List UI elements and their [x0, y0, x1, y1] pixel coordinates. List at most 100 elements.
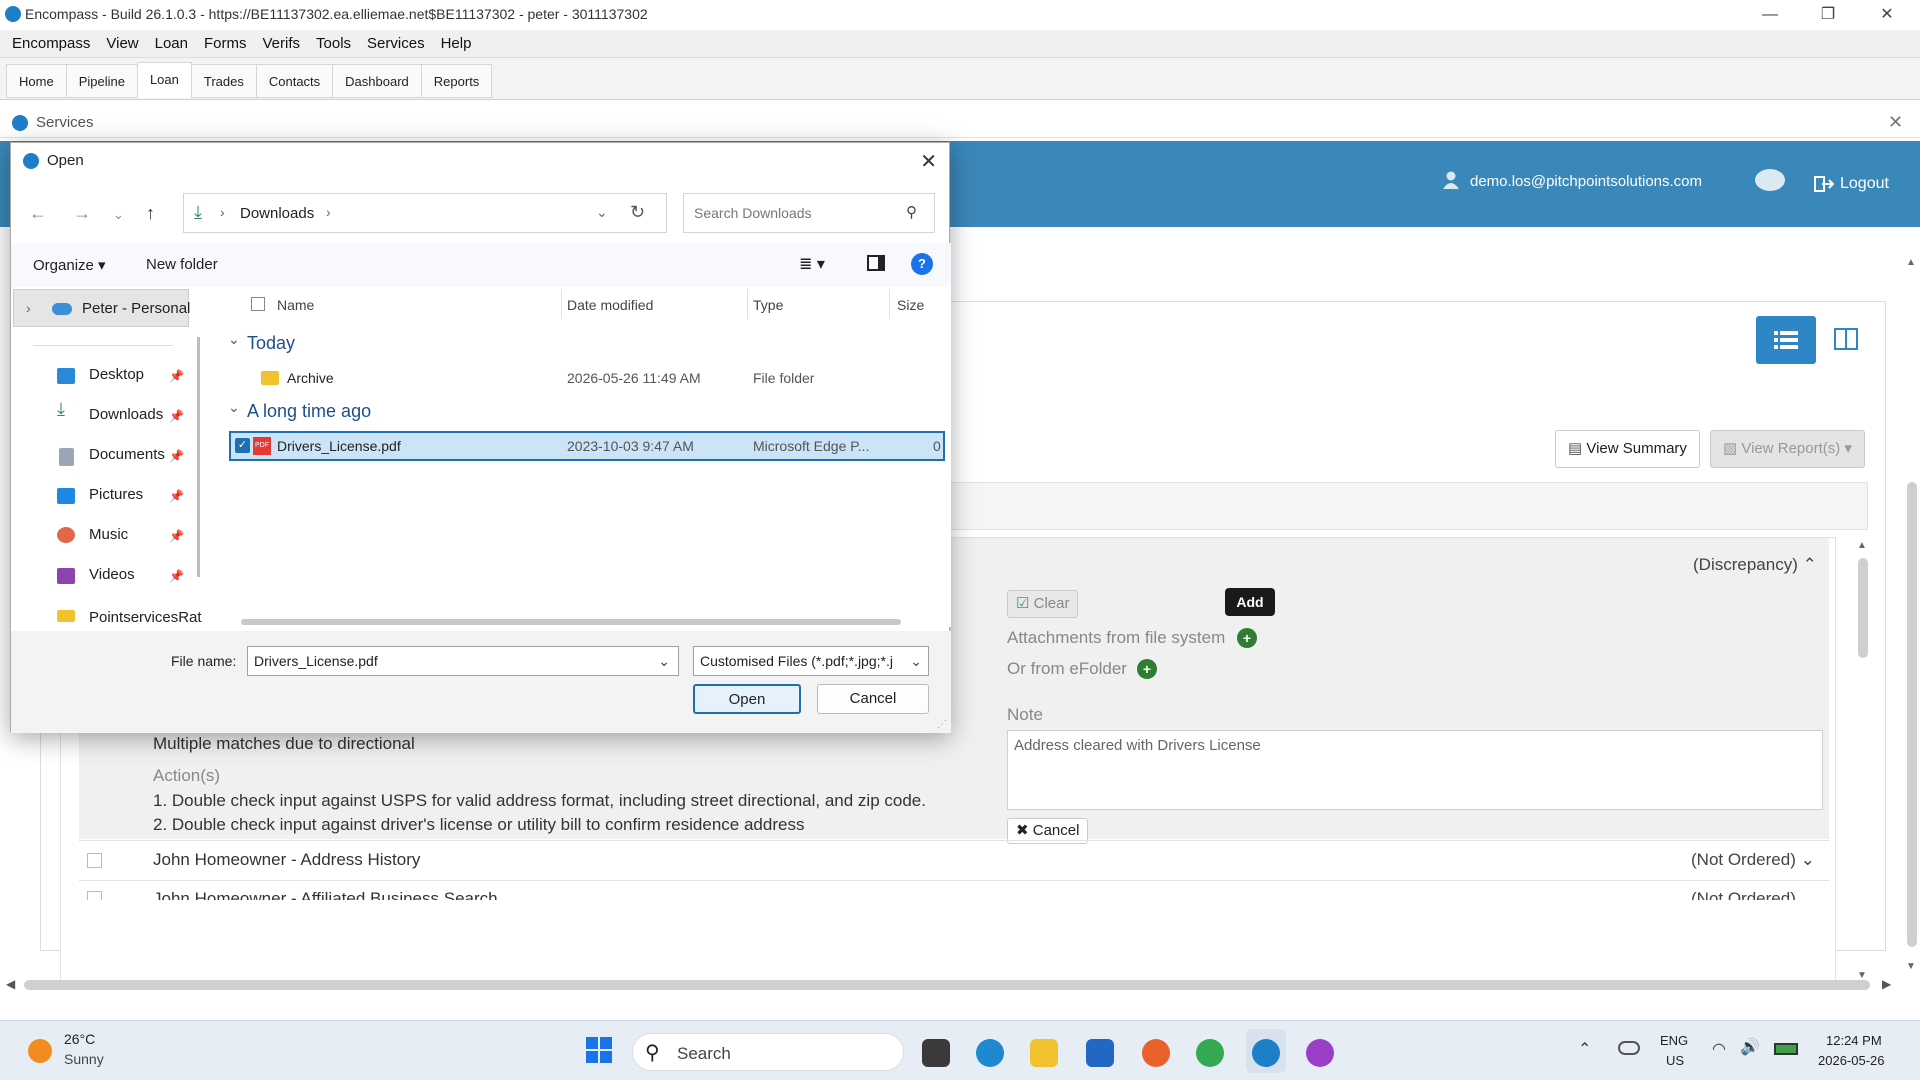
file-explorer-icon[interactable] — [1030, 1039, 1058, 1067]
menu-loan[interactable]: Loan — [155, 35, 188, 52]
file-type-select[interactable]: Customised Files (*.pdf;*.jpg;*.j ⌄ — [693, 646, 929, 676]
encompass-taskbar-icon[interactable] — [1252, 1039, 1280, 1067]
organize-button[interactable]: Organize ▾ — [33, 256, 106, 274]
pin-icon[interactable]: 📌 — [169, 529, 184, 543]
weather-desc[interactable]: Sunny — [64, 1051, 104, 1067]
store-icon[interactable] — [1086, 1039, 1114, 1067]
order-row[interactable]: John Homeowner - Address History (Not Or… — [79, 840, 1829, 880]
view-options-icon[interactable]: ≣ ▾ — [799, 254, 825, 274]
up-arrow-icon[interactable]: ↑ — [146, 203, 155, 224]
open-button[interactable]: Open — [693, 684, 801, 714]
file-name-input[interactable]: Drivers_License.pdf ⌄ — [247, 646, 679, 676]
column-separator[interactable] — [561, 289, 562, 319]
pin-icon[interactable]: 📌 — [169, 449, 184, 463]
chrome-icon[interactable] — [1196, 1039, 1224, 1067]
resize-grip[interactable]: ⋰ — [937, 719, 947, 730]
column-name[interactable]: Name — [277, 297, 314, 313]
group-long-ago[interactable]: A long time ago — [247, 401, 371, 422]
nav-item-documents[interactable]: Documents — [89, 446, 165, 463]
breadcrumb-chevron[interactable]: › — [326, 204, 331, 220]
back-arrow-icon[interactable]: ← — [29, 203, 47, 224]
help-icon[interactable]: ? — [911, 253, 933, 275]
tab-pipeline[interactable]: Pipeline — [65, 64, 138, 98]
firefox-icon[interactable] — [1142, 1039, 1170, 1067]
tab-contacts[interactable]: Contacts — [255, 64, 334, 98]
taskbar-search[interactable]: ⚲ Search — [632, 1033, 904, 1071]
column-type[interactable]: Type — [753, 297, 783, 313]
list-scrollbar[interactable] — [1858, 558, 1868, 658]
lang-bottom[interactable]: US — [1666, 1053, 1684, 1068]
view-summary-button[interactable]: ▤ View Summary — [1555, 430, 1700, 468]
column-size[interactable]: Size — [897, 297, 924, 313]
add-efolder-icon[interactable]: + — [1137, 659, 1157, 679]
tab-home[interactable]: Home — [6, 64, 67, 98]
menu-forms[interactable]: Forms — [204, 35, 247, 52]
group-today[interactable]: Today — [247, 333, 295, 354]
close-window-button[interactable]: ✕ — [1862, 2, 1912, 28]
order-checkbox[interactable] — [87, 853, 102, 868]
menu-tools[interactable]: Tools — [316, 35, 351, 52]
scroll-up-arrow[interactable]: ▲ — [1906, 257, 1916, 268]
recent-locations-icon[interactable]: ⌄ — [113, 207, 124, 223]
menu-view[interactable]: View — [106, 35, 138, 52]
chat-icon[interactable] — [1755, 169, 1785, 191]
task-view-icon[interactable] — [922, 1039, 950, 1067]
order-checkbox[interactable] — [87, 891, 102, 900]
start-windows-icon[interactable] — [586, 1037, 612, 1063]
file-name[interactable]: Archive — [287, 370, 334, 386]
list-view-button[interactable] — [1756, 316, 1816, 364]
preview-pane-icon[interactable] — [867, 255, 885, 271]
tab-trades[interactable]: Trades — [190, 64, 257, 98]
forward-arrow-icon[interactable]: → — [73, 203, 91, 224]
lang-top[interactable]: ENG — [1660, 1033, 1688, 1048]
dialog-close-button[interactable]: ✕ — [920, 149, 937, 174]
logout-button[interactable]: Logout — [1840, 175, 1889, 193]
nav-item-downloads[interactable]: Downloads — [89, 406, 163, 423]
order-row[interactable]: John Homeowner - Affiliated Business Sea… — [79, 880, 1829, 900]
column-date-modified[interactable]: Date modified — [567, 297, 653, 313]
tab-dashboard[interactable]: Dashboard — [332, 64, 422, 98]
onedrive-tray-icon[interactable] — [1618, 1041, 1640, 1055]
list-scroll-up[interactable]: ▲ — [1857, 540, 1867, 551]
nav-item-desktop[interactable]: Desktop — [89, 366, 144, 383]
nav-item-videos[interactable]: Videos — [89, 566, 135, 583]
menu-help[interactable]: Help — [441, 35, 472, 52]
refresh-icon[interactable]: ↻ — [630, 202, 645, 223]
menu-verifs[interactable]: Verifs — [263, 35, 301, 52]
pin-icon[interactable]: 📌 — [169, 489, 184, 503]
menu-services[interactable]: Services — [367, 35, 425, 52]
horizontal-scrollbar[interactable] — [24, 980, 1870, 990]
nav-item-pointservicesrat[interactable]: PointservicesRat — [89, 609, 202, 627]
breadcrumb-downloads[interactable]: Downloads — [240, 205, 314, 222]
discrepancy-status[interactable]: (Discrepancy) ⌃ — [1693, 555, 1817, 575]
group-collapse-icon[interactable]: ⌄ — [228, 331, 240, 348]
scroll-down-arrow[interactable]: ▼ — [1906, 961, 1916, 972]
new-folder-button[interactable]: New folder — [146, 256, 218, 273]
nav-item-pictures[interactable]: Pictures — [89, 486, 143, 503]
address-bar[interactable]: ⤓ › Downloads › ⌄ ↻ — [183, 193, 667, 233]
weather-temp[interactable]: 26°C — [64, 1031, 95, 1047]
pin-icon[interactable]: 📌 — [169, 409, 184, 423]
note-textarea[interactable]: Address cleared with Drivers License — [1007, 730, 1823, 810]
nav-root-item[interactable]: › Peter - Personal — [13, 289, 190, 327]
add-attachment-icon[interactable]: + — [1237, 628, 1257, 648]
edge-icon[interactable] — [976, 1039, 1004, 1067]
wifi-icon[interactable]: ◠ — [1712, 1039, 1726, 1059]
volume-icon[interactable]: 🔊 — [1740, 1037, 1760, 1057]
file-name-dropdown-icon[interactable]: ⌄ — [658, 647, 670, 675]
minimize-button[interactable]: — — [1745, 2, 1795, 28]
cancel-button[interactable]: Cancel — [817, 684, 929, 714]
split-view-button[interactable] — [1828, 316, 1888, 364]
pin-icon[interactable]: 📌 — [169, 569, 184, 583]
view-reports-button[interactable]: ▧ View Report(s) ▾ — [1710, 430, 1865, 468]
file-checkbox-checked[interactable]: ✓ — [235, 438, 250, 453]
scroll-left-arrow[interactable]: ◀ — [6, 977, 15, 991]
vertical-scrollbar[interactable] — [1907, 482, 1917, 947]
clock-date[interactable]: 2026-05-26 — [1818, 1053, 1885, 1068]
restore-button[interactable]: ❐ — [1803, 2, 1853, 28]
menu-encompass[interactable]: Encompass — [12, 35, 90, 52]
pin-icon[interactable]: 📌 — [169, 369, 184, 383]
group-collapse-icon[interactable]: ⌄ — [228, 399, 240, 416]
battery-icon[interactable] — [1774, 1043, 1798, 1055]
column-separator[interactable] — [747, 289, 748, 319]
